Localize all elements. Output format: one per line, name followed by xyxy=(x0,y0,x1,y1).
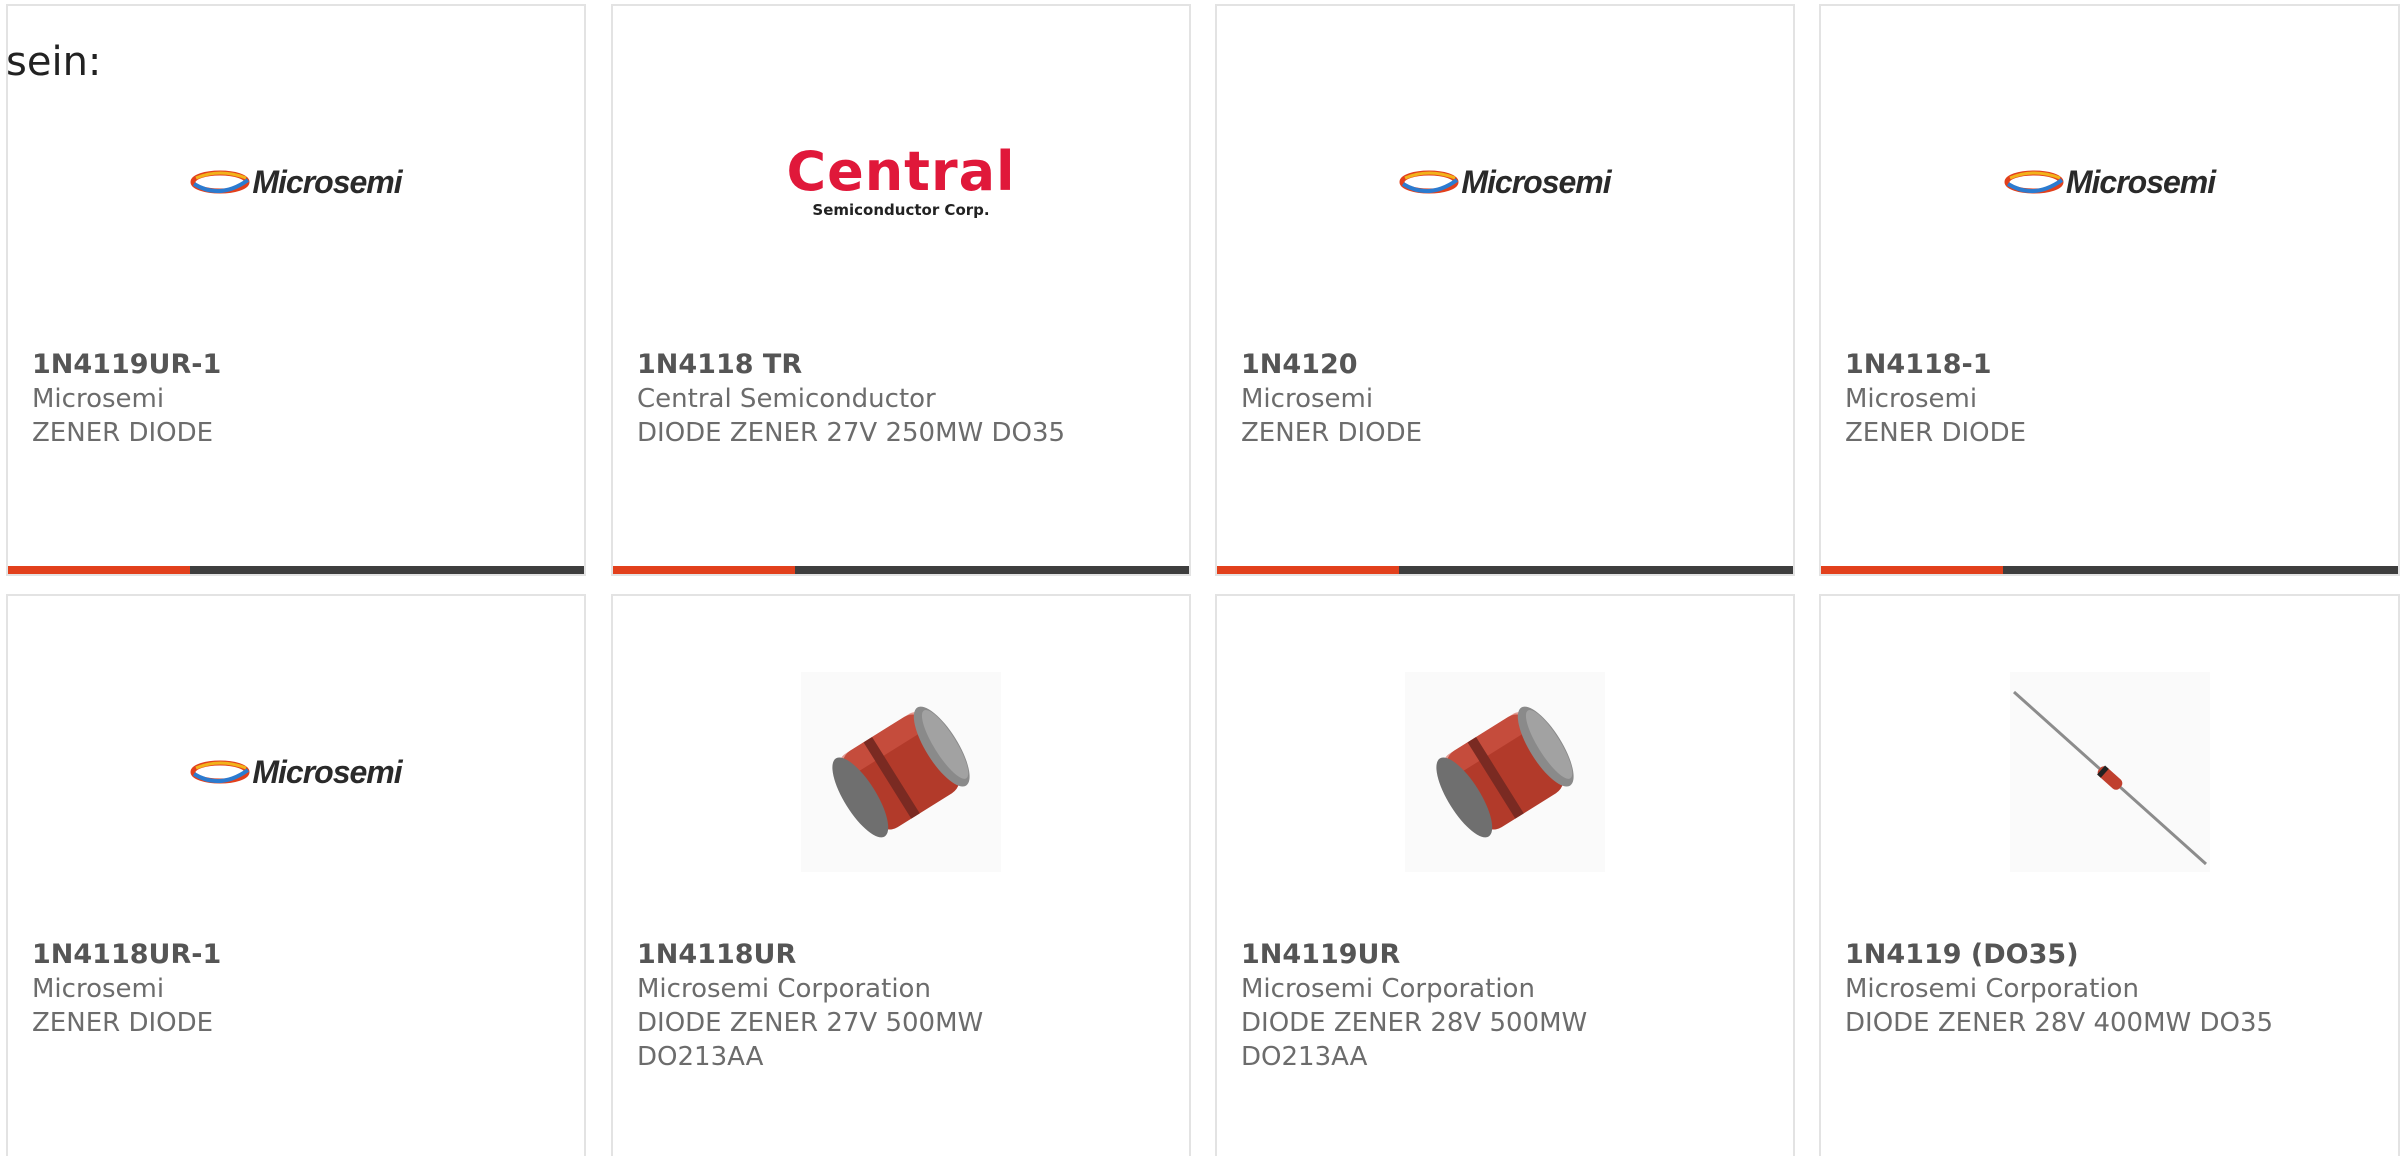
part-number[interactable]: 1N4119 (DO35) xyxy=(1845,938,2378,972)
card-bottom-bar xyxy=(1217,566,1793,574)
product-card[interactable]: Microsemi 1N4118UR-1 Microsemi ZENER DIO… xyxy=(6,594,586,1156)
manufacturer: Central Semiconductor xyxy=(637,384,936,414)
product-image xyxy=(1217,656,1793,888)
product-image: Microsemi xyxy=(8,66,584,298)
logo-text: Microsemi xyxy=(2065,163,2216,200)
part-number[interactable]: 1N4118UR-1 xyxy=(32,938,564,972)
product-info: 1N4118 TR Central Semiconductor DIODE ZE… xyxy=(637,348,1169,450)
manufacturer: Microsemi xyxy=(1845,384,1978,414)
bar-accent xyxy=(8,566,190,574)
part-number[interactable]: 1N4118 TR xyxy=(637,348,1169,382)
product-card[interactable]: 1N4118UR Microsemi Corporation DIODE ZEN… xyxy=(611,594,1191,1156)
logo-text: Microsemi xyxy=(1461,163,1611,200)
central-semiconductor-logo: Central Semiconductor Corp. xyxy=(786,140,1016,220)
product-info: 1N4120 Microsemi ZENER DIODE xyxy=(1241,348,1773,450)
manufacturer: Microsemi Corporation xyxy=(637,974,931,1004)
product-card[interactable]: 1N4119UR Microsemi Corporation DIODE ZEN… xyxy=(1215,594,1795,1156)
melf-diode-photo xyxy=(801,672,1001,872)
product-image: Microsemi xyxy=(8,656,584,888)
product-card[interactable]: Central Semiconductor Corp. 1N4118 TR Ce… xyxy=(611,4,1191,576)
manufacturer: Microsemi xyxy=(1241,384,1374,414)
product-image: Microsemi xyxy=(1217,66,1793,298)
product-info: 1N4119UR-1 Microsemi ZENER DIODE xyxy=(32,348,564,450)
description: ZENER DIODE xyxy=(32,1008,214,1038)
bar-accent xyxy=(613,566,795,574)
part-number[interactable]: 1N4119UR-1 xyxy=(32,348,564,382)
part-number[interactable]: 1N4118UR xyxy=(637,938,1169,972)
product-grid: Microsemi 1N4119UR-1 Microsemi ZENER DIO… xyxy=(0,0,2400,1156)
microsemi-swirl-icon xyxy=(190,760,250,784)
product-image xyxy=(613,656,1189,888)
bar-accent xyxy=(1217,566,1399,574)
bar-accent xyxy=(1821,566,2003,574)
melf-diode-photo xyxy=(1405,672,1605,872)
product-card[interactable]: Microsemi 1N4118-1 Microsemi ZENER DIODE xyxy=(1819,4,2400,576)
logo-text: Microsemi xyxy=(252,753,402,790)
product-info: 1N4119 (DO35) Microsemi Corporation DIOD… xyxy=(1845,938,2378,1040)
description: DIODE ZENER 28V 500MW DO213AA xyxy=(1241,1008,1588,1072)
product-info: 1N4118-1 Microsemi ZENER DIODE xyxy=(1845,348,2378,450)
microsemi-swirl-icon xyxy=(2004,170,2064,194)
product-info: 1N4118UR-1 Microsemi ZENER DIODE xyxy=(32,938,564,1040)
microsemi-logo: Microsemi xyxy=(190,753,403,791)
description: ZENER DIODE xyxy=(1241,418,1423,448)
description: DIODE ZENER 27V 500MW DO213AA xyxy=(637,1008,984,1072)
card-bottom-bar xyxy=(8,566,584,574)
product-info: 1N4118UR Microsemi Corporation DIODE ZEN… xyxy=(637,938,1169,1074)
product-image: Microsemi xyxy=(1821,66,2398,298)
description: DIODE ZENER 28V 400MW DO35 xyxy=(1845,1008,2274,1038)
logo-subtext: Semiconductor Corp. xyxy=(812,201,990,219)
logo-text: Microsemi xyxy=(252,163,402,200)
page: sein: Microsemi 1N4119UR-1 Microsemi ZEN… xyxy=(0,0,2400,1156)
axial-diode-photo xyxy=(2009,672,2210,872)
part-number[interactable]: 1N4119UR xyxy=(1241,938,1773,972)
description: ZENER DIODE xyxy=(32,418,214,448)
microsemi-swirl-icon xyxy=(190,170,250,194)
product-image xyxy=(1821,656,2398,888)
part-number[interactable]: 1N4120 xyxy=(1241,348,1773,382)
microsemi-logo: Microsemi xyxy=(190,163,403,201)
product-card[interactable]: Microsemi 1N4120 Microsemi ZENER DIODE xyxy=(1215,4,1795,576)
product-image: Central Semiconductor Corp. xyxy=(613,66,1189,298)
description: DIODE ZENER 27V 250MW DO35 xyxy=(637,418,1066,448)
card-bottom-bar xyxy=(1821,566,2398,574)
manufacturer: Microsemi xyxy=(32,384,165,414)
card-bottom-bar xyxy=(613,566,1189,574)
microsemi-swirl-icon xyxy=(1399,170,1459,194)
logo-text: Central xyxy=(786,140,1016,203)
intro-text: sein: xyxy=(6,39,102,85)
microsemi-logo: Microsemi xyxy=(2004,163,2216,201)
description: ZENER DIODE xyxy=(1845,418,2027,448)
part-number[interactable]: 1N4118-1 xyxy=(1845,348,2378,382)
product-card[interactable]: 1N4119 (DO35) Microsemi Corporation DIOD… xyxy=(1819,594,2400,1156)
manufacturer: Microsemi Corporation xyxy=(1845,974,2139,1004)
product-info: 1N4119UR Microsemi Corporation DIODE ZEN… xyxy=(1241,938,1773,1074)
microsemi-logo: Microsemi xyxy=(1399,163,1612,201)
manufacturer: Microsemi Corporation xyxy=(1241,974,1535,1004)
manufacturer: Microsemi xyxy=(32,974,165,1004)
